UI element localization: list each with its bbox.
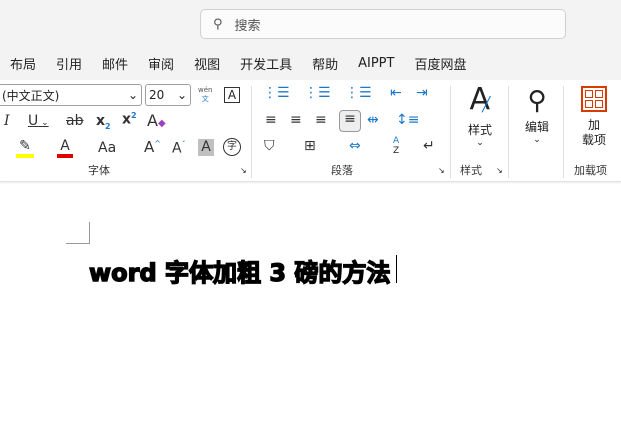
search-placeholder: 搜索 bbox=[234, 18, 261, 34]
font-color-button[interactable]: A bbox=[57, 138, 73, 158]
distributed-button[interactable]: ⇹ bbox=[367, 112, 379, 128]
highlight-button[interactable]: ✎ bbox=[16, 138, 34, 158]
tab-aippt[interactable]: AIPPT bbox=[358, 56, 394, 71]
enclose-icon: 字 bbox=[227, 141, 237, 152]
styles-brush-icon: A╱ bbox=[469, 82, 491, 117]
search-icon: ⚲ bbox=[213, 16, 223, 32]
paragraph-dialog-launcher[interactable]: ↘ bbox=[438, 166, 445, 175]
center-button[interactable]: ≡ bbox=[290, 112, 302, 128]
font-name-select[interactable]: (中文正文) ⌄ bbox=[0, 84, 142, 106]
styles-label: 样式 bbox=[467, 123, 492, 137]
divider bbox=[563, 86, 564, 178]
addins-group-label: 加载项 bbox=[574, 164, 607, 177]
tab-mailings[interactable]: 邮件 bbox=[102, 54, 128, 73]
grow-font-button[interactable]: A^ bbox=[144, 138, 161, 156]
shrink-icon: A bbox=[172, 140, 182, 157]
tab-developer[interactable]: 开发工具 bbox=[240, 54, 292, 73]
divider bbox=[508, 86, 509, 178]
sort-button[interactable]: AZ bbox=[393, 136, 399, 156]
sort-z: Z bbox=[393, 146, 400, 156]
phonetic-guide-button[interactable]: wén 文 bbox=[198, 86, 212, 104]
chevron-down-icon: ⌄ bbox=[38, 118, 49, 128]
tab-review[interactable]: 审阅 bbox=[148, 54, 174, 73]
multilevel-list-button[interactable]: ⋮☰ bbox=[345, 85, 372, 101]
shading-button[interactable]: ⛉ bbox=[264, 138, 275, 154]
increase-indent-button[interactable]: ⇥ bbox=[416, 85, 428, 101]
borders-button[interactable]: ⊞ bbox=[304, 138, 316, 154]
addins-grid-icon bbox=[581, 86, 607, 112]
text-caret bbox=[396, 255, 397, 283]
shade-icon: A bbox=[201, 139, 211, 155]
subscript-button[interactable]: x2 bbox=[96, 113, 111, 131]
tab-references[interactable]: 引用 bbox=[56, 54, 82, 73]
clear-formatting-button[interactable]: A◆ bbox=[147, 111, 166, 130]
case-label: Aa bbox=[98, 140, 117, 156]
superscript-button[interactable]: x2 bbox=[122, 111, 137, 128]
border-char: A bbox=[227, 88, 237, 102]
font-name-value: (中文正文) bbox=[2, 88, 60, 103]
character-shading-button[interactable]: A bbox=[198, 139, 214, 156]
margin-corner-mark bbox=[66, 222, 90, 244]
tab-help[interactable]: 帮助 bbox=[312, 54, 338, 73]
change-case-button[interactable]: Aa bbox=[98, 140, 116, 156]
character-border-button[interactable]: A bbox=[224, 87, 240, 103]
tab-layout[interactable]: 布局 bbox=[10, 54, 36, 73]
decrease-indent-button[interactable]: ⇤ bbox=[390, 85, 402, 101]
bullets-button[interactable]: ⋮☰ bbox=[263, 85, 290, 101]
document-text[interactable]: word 字体加粗 3 磅的方法 bbox=[88, 253, 391, 288]
styles-group-label: 样式 bbox=[460, 164, 482, 177]
editing-label: 编辑 bbox=[524, 120, 549, 134]
underline-button[interactable]: U ⌄ bbox=[28, 113, 49, 129]
align-right-button[interactable]: ≡ bbox=[315, 112, 327, 128]
chevron-down-icon: ⌄ bbox=[176, 88, 187, 102]
shrink-font-button[interactable]: Aˇ bbox=[172, 140, 186, 157]
eraser-icon: ◆ bbox=[157, 118, 166, 129]
editing-button[interactable]: ⚲ 编辑 ⌄ bbox=[518, 84, 556, 145]
clear-format-icon: A bbox=[147, 111, 158, 130]
font-size-value: 20 bbox=[149, 88, 165, 102]
ribbon: (中文正文) ⌄ 20 ⌄ wén 文 A I U ⌄ ab x2 x2 A◆ ✎ A… bbox=[0, 80, 621, 182]
addins-label-line2: 载项 bbox=[581, 133, 606, 147]
tab-baidu[interactable]: 百度网盘 bbox=[414, 54, 466, 73]
phonetic-top: wén bbox=[198, 86, 213, 94]
addins-button[interactable]: 加 载项 bbox=[575, 86, 613, 148]
font-size-select[interactable]: 20 ⌄ bbox=[145, 84, 191, 106]
font-dialog-launcher[interactable]: ↘ bbox=[240, 166, 247, 175]
search-box[interactable]: ⚲ 搜索 bbox=[200, 9, 566, 39]
line-spacing-button[interactable]: ↕≡ bbox=[396, 112, 419, 128]
font-color-icon: A bbox=[60, 138, 70, 154]
font-group-label: 字体 bbox=[88, 164, 110, 177]
phonetic-bottom: 文 bbox=[201, 95, 209, 103]
strikethrough-button[interactable]: ab bbox=[66, 113, 83, 129]
enclose-characters-button[interactable]: 字 bbox=[223, 138, 241, 156]
show-marks-button[interactable]: ↵ bbox=[423, 138, 435, 154]
tab-view[interactable]: 视图 bbox=[194, 54, 220, 73]
chevron-down-icon: ⌄ bbox=[533, 135, 541, 145]
highlight-color-bar bbox=[16, 154, 34, 158]
highlighter-icon: ✎ bbox=[19, 138, 31, 154]
italic-button[interactable]: I bbox=[4, 113, 10, 129]
sort-a: A bbox=[393, 136, 400, 146]
asian-layout-button[interactable]: ⇔ bbox=[349, 138, 361, 154]
styles-button[interactable]: A╱ 样式 ⌄ bbox=[462, 82, 498, 149]
font-color-bar bbox=[57, 154, 73, 158]
chevron-down-icon: ⌄ bbox=[476, 138, 484, 148]
divider bbox=[251, 86, 252, 178]
addins-label-line1: 加 bbox=[587, 118, 600, 132]
styles-dialog-launcher[interactable]: ↘ bbox=[496, 166, 503, 175]
paragraph-group-label: 段落 bbox=[331, 164, 353, 177]
divider bbox=[450, 86, 451, 178]
align-left-button[interactable]: ≡ bbox=[265, 112, 277, 128]
chevron-down-icon: ⌄ bbox=[127, 88, 138, 102]
numbering-button[interactable]: ⋮☰ bbox=[304, 85, 331, 101]
search-magnifier-icon: ⚲ bbox=[527, 86, 547, 116]
grow-icon: A bbox=[144, 138, 155, 156]
ribbon-tabs: 布局 引用 邮件 审阅 视图 开发工具 帮助 AIPPT 百度网盘 bbox=[0, 46, 621, 80]
justify-button[interactable]: ≡ bbox=[339, 110, 361, 132]
